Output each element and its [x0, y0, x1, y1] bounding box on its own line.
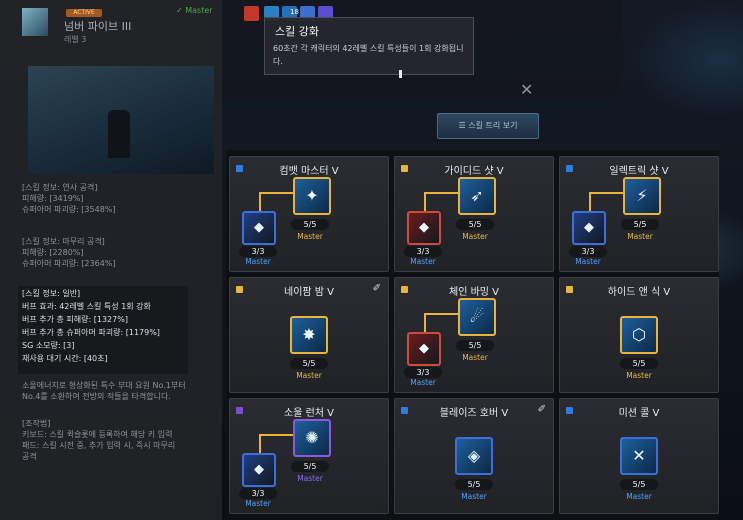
skill-description: 소울에너지로 형상화된 특수 부대 요원 No.1부터 No.4를 소환하여 전… — [22, 381, 186, 401]
master-check: ✓ Master — [176, 6, 213, 15]
skill-controls: [조작법] 키보드: 스킬 퀵슬롯에 등록하여 해당 키 입력 패드: 스킬 시… — [22, 419, 176, 461]
skill-link-connector — [424, 313, 462, 333]
skill-level: 3/3 — [404, 367, 442, 378]
mastery-label: Master — [297, 474, 323, 483]
pin-icon[interactable]: ✐ — [373, 283, 381, 294]
mastery-label: Master — [245, 257, 271, 266]
combat-sub-icon[interactable]: ◆ — [242, 211, 276, 245]
skill-level: 5/5 — [620, 479, 658, 490]
mastery-label: Master — [296, 371, 322, 380]
skill-name: 미션 콜 V — [618, 408, 660, 419]
buff-count: 18 — [290, 8, 299, 16]
chain-sub-icon[interactable]: ◆ — [407, 332, 441, 366]
skill-link-connector — [589, 192, 627, 212]
electric-sub-icon[interactable]: ◆ — [572, 211, 606, 245]
close-icon[interactable]: ✕ — [520, 80, 533, 99]
hide-and-seek-icon[interactable]: ⬡ — [620, 316, 658, 354]
skill-level: 5/5 — [291, 461, 329, 472]
skill-link-connector — [424, 192, 462, 212]
skill-tree-button[interactable]: ☰ 스킬 트리 보기 — [437, 113, 539, 139]
skill-level: 3/3 — [569, 246, 607, 257]
mouse-cursor — [399, 70, 402, 78]
skill-name: 체인 바밍 V — [449, 287, 499, 298]
skill-name: 일렉트릭 샷 V — [609, 166, 669, 177]
skill-avatar — [22, 8, 48, 36]
list-icon: ☰ — [458, 121, 469, 130]
skill-level: 5/5 — [291, 219, 329, 230]
general-info-panel: [스킬 정보: 일반] 버프 효과: 42레벨 스킬 특성 1회 강화 버프 추… — [18, 286, 188, 374]
mastery-label: Master — [626, 371, 652, 380]
skill-name: 블레이즈 호버 V — [439, 408, 509, 419]
skill-name: 네이팜 밤 V — [284, 287, 334, 298]
skill-preview-video[interactable] — [28, 66, 214, 174]
skill-detail-panel: ACTIVE ✓ Master 넘버 파이브 III 레벨 3 [스킬 정보: … — [0, 0, 222, 520]
mission-call-icon[interactable]: ✕ — [620, 437, 658, 475]
electric-shot-icon[interactable]: ⚡ — [623, 177, 661, 215]
guided-shot-icon[interactable]: ➶ — [458, 177, 496, 215]
skill-name: 가이디드 샷 V — [444, 166, 504, 177]
mastery-label: Master — [461, 492, 487, 501]
chain-bombing-icon[interactable]: ☄ — [458, 298, 496, 336]
skill-level: 5/5 — [456, 340, 494, 351]
mastery-label: Master — [462, 353, 488, 362]
skill-link-connector — [259, 434, 297, 454]
info-block-1: [스킬 정보: 연사 공격] 피해량: [3419%] 슈퍼아머 파괴량: [3… — [22, 183, 116, 214]
skill-card[interactable]: 컴뱃 마스터 V ✦ 5/5 Master ◆ 3/3 Master — [229, 156, 389, 272]
soul-sub-icon[interactable]: ◆ — [242, 453, 276, 487]
mastery-label: Master — [410, 257, 436, 266]
skill-level: 5/5 — [456, 219, 494, 230]
skill-name: 컴뱃 마스터 V — [279, 166, 339, 177]
buff-tooltip: 스킬 강화 60초간 각 캐릭터의 42레벨 스킬 특성들이 1회 강화됩니다. — [264, 17, 474, 75]
skill-card[interactable]: 네이팜 밤 V ✐ ✸ 5/5 Master — [229, 277, 389, 393]
napalm-bomb-icon[interactable]: ✸ — [290, 316, 328, 354]
tooltip-description: 60초간 각 캐릭터의 42레벨 스킬 특성들이 1회 강화됩니다. — [273, 44, 464, 66]
combat-master-icon[interactable]: ✦ — [293, 177, 331, 215]
skill-card[interactable]: 소울 런처 V ✺ 5/5 Master ◆ 3/3 Master — [229, 398, 389, 514]
skill-level: 3/3 — [404, 246, 442, 257]
skill-card[interactable]: 미션 콜 V ✕ 5/5 Master — [559, 398, 719, 514]
buff-icon[interactable] — [244, 6, 259, 21]
mastery-label: Master — [627, 232, 653, 241]
skill-level: 5/5 — [620, 358, 658, 369]
skill-card[interactable]: 블레이즈 호버 V ✐ ◈ 5/5 Master — [394, 398, 554, 514]
skill-link-connector — [259, 192, 297, 212]
blaze-hover-icon[interactable]: ◈ — [455, 437, 493, 475]
mastery-label: Master — [575, 257, 601, 266]
mastery-label: Master — [626, 492, 652, 501]
mastery-label: Master — [410, 378, 436, 387]
skill-level: 5/5 — [621, 219, 659, 230]
mastery-label: Master — [245, 499, 271, 508]
skill-card[interactable]: 하이드 앤 식 V ⬡ 5/5 Master — [559, 277, 719, 393]
mastery-label: Master — [297, 232, 323, 241]
skill-card[interactable]: 일렉트릭 샷 V ⚡ 5/5 Master ◆ 3/3 Master — [559, 156, 719, 272]
skill-level: 3/3 — [239, 488, 277, 499]
skill-level: 3/3 — [239, 246, 277, 257]
skill-card[interactable]: 체인 바밍 V ☄ 5/5 Master ◆ 3/3 Master — [394, 277, 554, 393]
skill-level: 5/5 — [455, 479, 493, 490]
info-block-2: [스킬 정보: 마무리 공격] 피해량: [2280%] 슈퍼아머 파괴량: [… — [22, 237, 116, 268]
skill-name: 소울 런처 V — [284, 408, 334, 419]
skill-name: 하이드 앤 식 V — [607, 287, 671, 298]
pin-icon[interactable]: ✐ — [538, 404, 546, 415]
tooltip-title: 스킬 강화 — [275, 25, 319, 38]
soul-launcher-icon[interactable]: ✺ — [293, 419, 331, 457]
skill-card[interactable]: 가이디드 샷 V ➶ 5/5 Master ◆ 3/3 Master — [394, 156, 554, 272]
status-badge: ACTIVE — [66, 9, 102, 17]
skill-level: 5/5 — [290, 358, 328, 369]
guided-sub-icon[interactable]: ◆ — [407, 211, 441, 245]
skill-level: 레벨 3 — [64, 35, 87, 44]
skill-title: 넘버 파이브 III — [64, 20, 132, 33]
mastery-label: Master — [462, 232, 488, 241]
